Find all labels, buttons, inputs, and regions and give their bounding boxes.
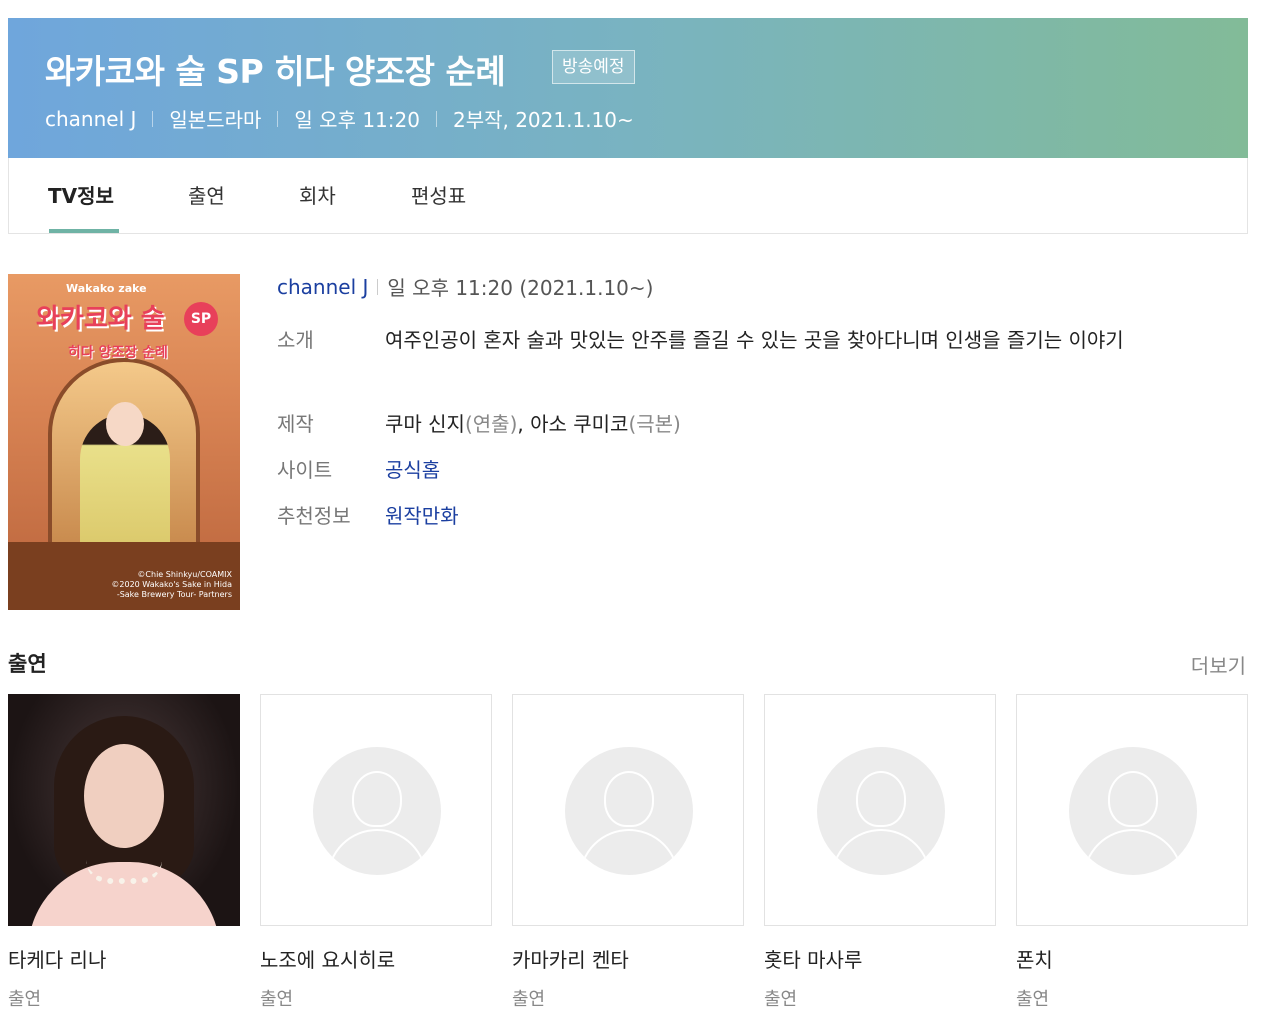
cast-photo-placeholder[interactable]: [1016, 694, 1248, 926]
meta-channel: channel J: [45, 106, 137, 131]
airtime-text: 일 오후 11:20 (2021.1.10~): [387, 276, 654, 300]
info-divider: [377, 278, 379, 295]
credit-separator: ,: [517, 412, 531, 436]
cast-name[interactable]: 폰치: [1016, 944, 1248, 973]
cast-role: 출연: [8, 989, 42, 1010]
poster-credit-line: ©Chie Shinkyu/COAMIX: [137, 570, 232, 579]
cast-section-title: 출연: [8, 652, 47, 676]
program-banner: 와카코와 술 SP 히다 양조장 순례 방송예정 channel J 일본드라마…: [8, 18, 1248, 158]
writer-role: (극본): [628, 412, 681, 436]
cast-name[interactable]: 카마카리 켄타: [512, 944, 744, 973]
broadcast-info: channel J 일 오후 11:20 (2021.1.10~): [277, 272, 653, 301]
meta-genre: 일본드라마: [169, 108, 262, 132]
poster-credit-line: -Sake Brewery Tour- Partners: [116, 590, 232, 599]
poster-credit: ©Chie Shinkyu/COAMIX ©2020 Wakako's Sake…: [98, 570, 232, 600]
meta-episodes: 2부작, 2021.1.10~: [452, 108, 634, 132]
cast-photo-placeholder[interactable]: [764, 694, 996, 926]
cast-name[interactable]: 타케다 리나: [8, 944, 240, 973]
tab-schedule[interactable]: 편성표: [411, 180, 466, 209]
photo-face: [84, 744, 164, 848]
meta-divider: [277, 110, 279, 127]
person-placeholder-icon: [565, 747, 693, 875]
tab-tv-info[interactable]: TV정보: [48, 180, 114, 209]
original-comic-link[interactable]: 원작만화: [385, 498, 1195, 534]
cast-card[interactable]: 노조에 요시히로 출연: [260, 694, 492, 1011]
cast-role: 출연: [512, 989, 546, 1010]
official-site-link[interactable]: 공식홈: [385, 452, 1195, 488]
cast-name[interactable]: 노조에 요시히로: [260, 944, 492, 973]
intro-text: 여주인공이 혼자 술과 맛있는 안주를 즐길 수 있는 곳을 찾아다니며 인생을…: [385, 328, 1124, 352]
poster-subtitle: 히다 양조장 순례: [68, 345, 168, 361]
person-placeholder-icon: [313, 747, 441, 875]
director-name: 쿠마 신지: [385, 412, 465, 436]
cast-card[interactable]: 폰치 출연: [1016, 694, 1248, 1011]
meta-divider: [435, 110, 437, 127]
poster-logo-english: Wakako zake: [66, 282, 147, 295]
cast-card[interactable]: 카마카리 켄타 출연: [512, 694, 744, 1011]
production-label: 제작: [277, 412, 314, 436]
meta-divider: [152, 110, 154, 127]
tab-bar: TV정보 출연 회차 편성표: [8, 158, 1248, 234]
photo-necklace: [86, 860, 162, 884]
program-title: 와카코와 술 SP 히다 양조장 순례: [45, 52, 506, 91]
status-badge: 방송예정: [552, 50, 635, 84]
program-poster[interactable]: Wakako zake 와카코와 술 SP 히다 양조장 순례 ©Chie Sh…: [8, 274, 240, 610]
channel-link[interactable]: channel J: [277, 275, 368, 299]
cast-more-link[interactable]: 더보기: [1191, 650, 1246, 679]
tab-episodes[interactable]: 회차: [299, 180, 336, 209]
cast-card[interactable]: 타케다 리나 출연: [8, 694, 240, 1011]
meta-airtime: 일 오후 11:20: [294, 108, 420, 132]
director-role: (연출): [464, 412, 518, 436]
cast-role: 출연: [260, 989, 294, 1010]
tab-cast[interactable]: 출연: [188, 180, 225, 209]
recommend-label: 추천정보: [277, 504, 351, 528]
cast-role: 출연: [764, 989, 798, 1010]
cast-photo-placeholder[interactable]: [260, 694, 492, 926]
active-tab-indicator: [49, 229, 119, 233]
writer-name: 아소 쿠미코: [530, 412, 629, 436]
production-value: 쿠마 신지(연출), 아소 쿠미코(극본): [385, 406, 1195, 442]
program-meta: channel J 일본드라마 일 오후 11:20 2부작, 2021.1.1…: [45, 104, 634, 133]
poster-sp-badge: SP: [184, 302, 218, 336]
intro-label: 소개: [277, 328, 314, 352]
poster-face: [106, 402, 144, 446]
poster-logo-korean: 와카코와 술: [36, 304, 165, 334]
person-placeholder-icon: [1069, 747, 1197, 875]
cast-photo-placeholder[interactable]: [512, 694, 744, 926]
poster-credit-line: ©2020 Wakako's Sake in Hida: [111, 580, 232, 589]
cast-photo[interactable]: [8, 694, 240, 926]
cast-role: 출연: [1016, 989, 1050, 1010]
person-placeholder-icon: [817, 747, 945, 875]
cast-name[interactable]: 홋타 마사루: [764, 944, 996, 973]
cast-card[interactable]: 홋타 마사루 출연: [764, 694, 996, 1011]
site-label: 사이트: [277, 458, 333, 482]
